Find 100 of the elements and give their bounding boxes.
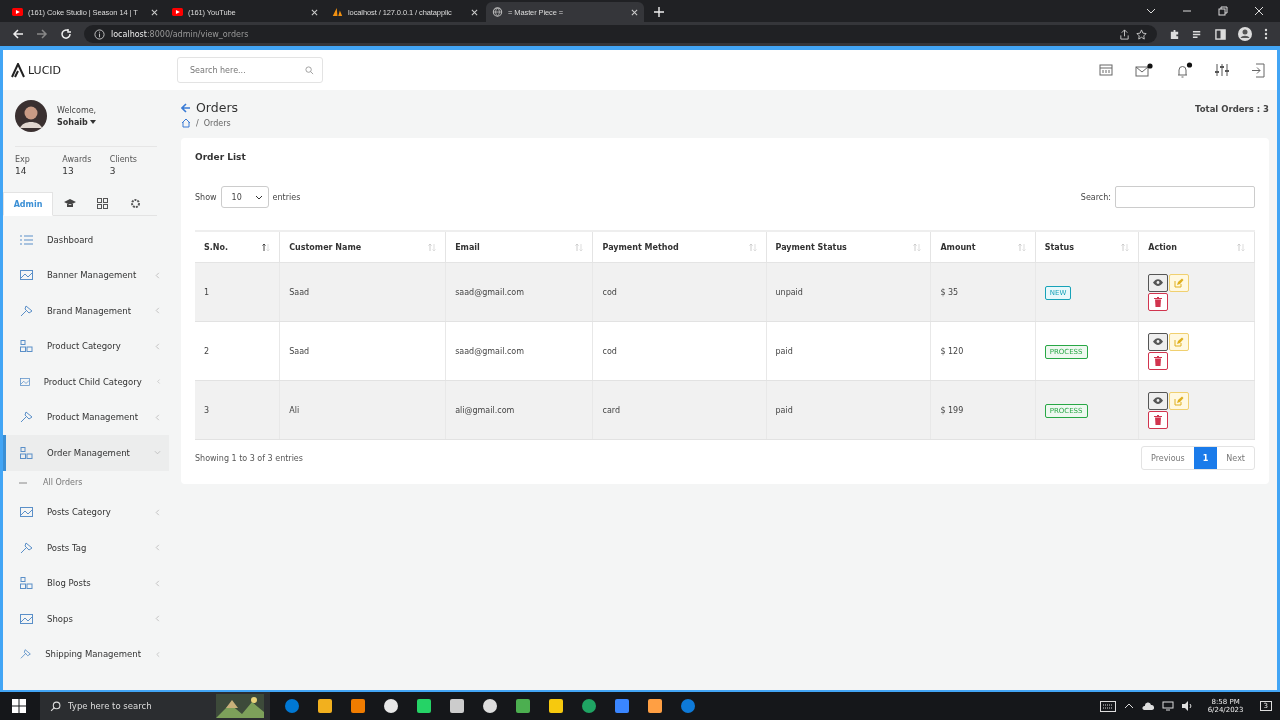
app-icon[interactable] — [548, 698, 564, 714]
table-cell: saad@gmail.com — [445, 321, 593, 381]
sidebar-menu-item[interactable]: Product Child Category — [3, 364, 169, 400]
pagination-button[interactable]: 1 — [1193, 447, 1218, 469]
forward-icon[interactable] — [36, 28, 48, 40]
more-icon[interactable] — [1264, 28, 1268, 40]
back-icon[interactable] — [12, 28, 24, 40]
app-icon[interactable] — [317, 698, 333, 714]
column-header[interactable]: Action — [1138, 231, 1255, 263]
pagination-button[interactable]: Previous — [1141, 447, 1194, 469]
sidebar-menu-item[interactable]: Shipping Management — [3, 636, 169, 672]
close-icon[interactable] — [151, 8, 158, 16]
dash-icon — [19, 481, 27, 484]
app-icon[interactable] — [515, 698, 531, 714]
playlist-icon[interactable] — [1192, 28, 1203, 40]
sidebar-menu-item[interactable]: Dashboard — [3, 222, 169, 258]
pagination-button[interactable]: Next — [1217, 447, 1254, 469]
table-cell: 1 — [195, 262, 280, 322]
eye-icon — [1153, 397, 1164, 404]
entries-label: entries — [272, 192, 301, 202]
trash-icon — [1154, 296, 1163, 307]
search-field[interactable]: Search here... — [177, 57, 323, 83]
column-header[interactable]: Customer Name — [279, 231, 446, 263]
sliders-icon[interactable] — [1215, 63, 1229, 77]
stat-label: Awards — [62, 155, 93, 164]
globe-icon — [492, 7, 503, 17]
new-tab-icon[interactable] — [654, 7, 664, 17]
sidebar-menu-item[interactable]: Shops — [3, 601, 169, 637]
submenu-item[interactable]: All Orders — [3, 470, 169, 495]
cloud-icon[interactable] — [1141, 702, 1154, 710]
keyboard-icon[interactable] — [1099, 700, 1116, 712]
close-icon[interactable] — [311, 8, 318, 16]
sidebar-menu-item[interactable]: Posts Tag — [3, 530, 169, 566]
table-cell: saad@gmail.com — [445, 262, 593, 322]
table-cell: $ 35 — [930, 262, 1036, 322]
app-icon[interactable] — [416, 698, 432, 714]
menu-icon — [20, 411, 33, 424]
back-arrow-icon[interactable] — [181, 102, 191, 113]
sidebar-menu-item[interactable]: Order Management — [3, 435, 169, 471]
address-bar[interactable]: localhost:8000/admin/view_orders — [84, 25, 1157, 43]
column-header[interactable]: Payment Method — [593, 231, 766, 263]
chevron-up-icon[interactable] — [1123, 703, 1134, 709]
calendar-icon[interactable] — [1099, 64, 1113, 76]
app-icon[interactable] — [581, 698, 597, 714]
puzzle-icon[interactable] — [1169, 28, 1180, 40]
sidebar-menu-item[interactable]: Banner Management — [3, 257, 169, 293]
user-menu[interactable]: Sohaib — [57, 117, 97, 127]
stat-value: 14 — [15, 166, 28, 176]
column-header[interactable]: Amount — [930, 231, 1036, 263]
video-icon — [172, 7, 183, 17]
delete-button[interactable] — [1148, 410, 1169, 429]
sidebar-menu-item[interactable]: Product Category — [3, 328, 169, 364]
profile-icon[interactable] — [1238, 27, 1252, 41]
star-icon[interactable] — [1136, 28, 1147, 40]
sidepanel-icon[interactable] — [1215, 28, 1226, 40]
table-cell: Saad — [279, 262, 446, 322]
table-cell: ali@gmail.com — [445, 380, 593, 440]
stat-value: 13 — [62, 166, 75, 176]
sidebar-menu-item[interactable]: Brand Management — [3, 293, 169, 329]
close-icon[interactable] — [631, 8, 638, 16]
sidebar-menu-item[interactable]: Posts Category — [3, 494, 169, 530]
mail-icon[interactable] — [1135, 63, 1153, 77]
app-icon[interactable] — [449, 698, 465, 714]
speaker-icon[interactable] — [1181, 701, 1194, 711]
video-icon — [12, 7, 23, 17]
table-info: Showing 1 to 3 of 3 entries — [195, 453, 303, 463]
column-header[interactable]: Email — [445, 231, 593, 263]
windows-icon[interactable] — [12, 699, 26, 713]
app-icon[interactable] — [482, 698, 498, 714]
reload-icon[interactable] — [60, 28, 72, 40]
app-icon[interactable] — [383, 698, 399, 714]
bell-icon[interactable] — [1175, 62, 1193, 78]
entries-select[interactable]: 10 — [220, 186, 269, 208]
stat-label: Exp — [15, 155, 31, 164]
app-icon[interactable] — [647, 698, 663, 714]
view-button[interactable] — [1148, 273, 1169, 292]
restore-icon[interactable] — [1218, 6, 1228, 16]
delete-button[interactable] — [1148, 292, 1169, 311]
sidebar-menu-item[interactable]: Product Management — [3, 399, 169, 435]
logout-icon[interactable] — [1251, 62, 1265, 78]
view-button[interactable] — [1148, 332, 1169, 351]
delete-button[interactable] — [1148, 351, 1169, 370]
caret-icon — [89, 120, 96, 124]
column-header[interactable]: Status — [1035, 231, 1139, 263]
home-icon[interactable] — [181, 118, 191, 128]
close-icon[interactable] — [1254, 6, 1264, 16]
table-cell: paid — [766, 321, 931, 381]
table-search-field[interactable] — [1115, 186, 1255, 208]
sidebar-tab[interactable]: Admin — [3, 192, 53, 216]
share-icon[interactable] — [1119, 28, 1130, 40]
network-icon[interactable] — [1161, 701, 1174, 711]
trash-icon — [1154, 414, 1163, 425]
column-header[interactable]: Payment Status — [766, 231, 931, 263]
stat-value: 3 — [109, 166, 117, 176]
column-header[interactable]: S.No. — [195, 231, 280, 263]
sidebar-menu-item[interactable]: Blog Posts — [3, 565, 169, 601]
app-icon[interactable] — [350, 698, 366, 714]
view-button[interactable] — [1148, 391, 1169, 410]
close-icon[interactable] — [471, 8, 478, 16]
chevron-icon[interactable] — [1146, 6, 1156, 16]
